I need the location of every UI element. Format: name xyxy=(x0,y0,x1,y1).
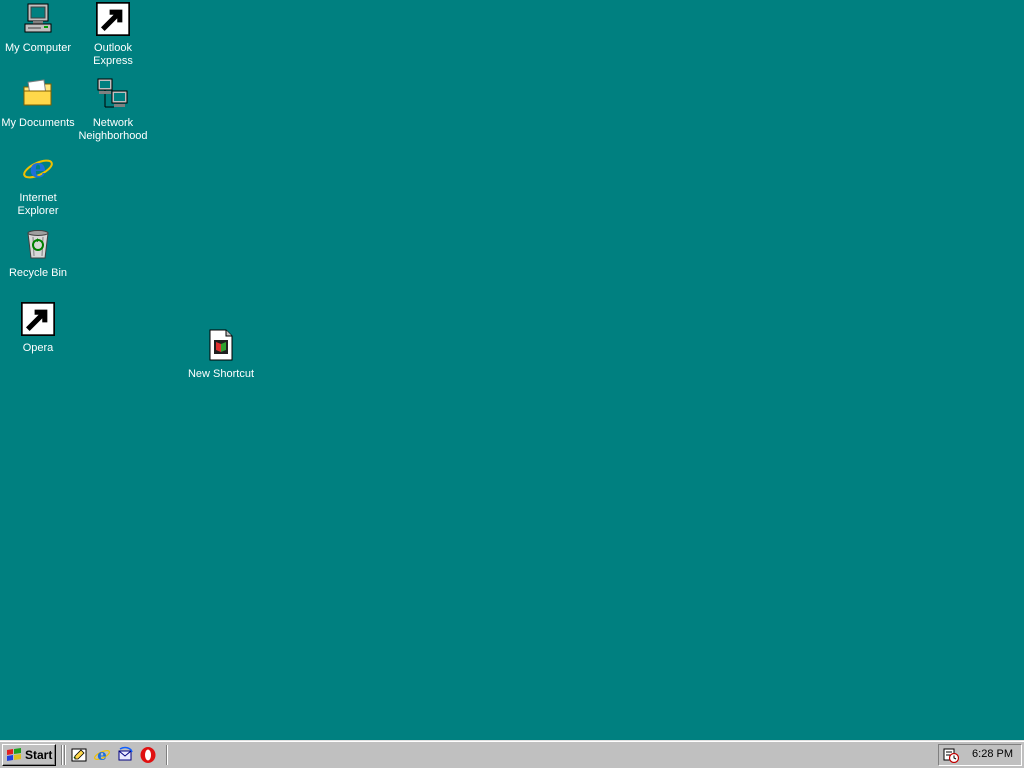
desktop-icon-label: New Shortcut xyxy=(187,368,255,380)
desktop-icon-my-documents[interactable]: My Documents xyxy=(0,77,76,130)
recycle-bin-icon xyxy=(21,227,55,261)
desktop-icon-label: Internet Explorer xyxy=(17,192,59,217)
windows-logo-icon xyxy=(7,748,21,761)
desktop-icon-label: Network Neighborhood xyxy=(78,117,148,142)
document-icon xyxy=(204,328,238,362)
internet-explorer-icon[interactable]: e xyxy=(93,746,111,764)
desktop-icon-label: Outlook Express xyxy=(93,42,133,67)
taskbar-separator xyxy=(166,745,168,765)
computer-icon xyxy=(21,2,55,36)
start-button[interactable]: Start xyxy=(2,744,56,766)
desktop-icon-recycle-bin[interactable]: Recycle Bin xyxy=(0,227,76,280)
clock[interactable]: 6:28 PM xyxy=(972,748,1013,760)
network-icon xyxy=(96,77,130,111)
taskbar: Start e 6:28 PM xyxy=(0,740,1024,768)
taskbar-separator xyxy=(61,745,63,765)
opera-icon[interactable] xyxy=(139,746,157,764)
desktop-icon-internet-explorer[interactable]: e Internet Explorer xyxy=(0,152,76,218)
desktop-icon-label: Opera xyxy=(22,342,54,354)
folder-icon xyxy=(21,77,55,111)
start-label: Start xyxy=(25,748,53,762)
internet-explorer-icon: e xyxy=(21,152,55,186)
outlook-express-icon[interactable] xyxy=(116,746,134,764)
desktop-icon-opera[interactable]: Opera xyxy=(0,302,76,355)
desktop-icon-outlook-express[interactable]: Outlook Express xyxy=(75,2,151,68)
desktop-icon-label: My Computer xyxy=(4,42,72,54)
taskbar-separator xyxy=(64,745,66,765)
svg-text:e: e xyxy=(30,154,47,184)
desktop-icon-network-neighborhood[interactable]: Network Neighborhood xyxy=(75,77,151,143)
show-desktop-icon[interactable] xyxy=(70,746,88,764)
desktop[interactable]: My Computer Outlook Express My Documents… xyxy=(0,0,1024,740)
desktop-icon-my-computer[interactable]: My Computer xyxy=(0,2,76,55)
opera-icon xyxy=(21,302,55,336)
desktop-icon-new-shortcut[interactable]: New Shortcut xyxy=(183,328,259,381)
system-tray: 6:28 PM xyxy=(938,744,1022,766)
desktop-icon-label: My Documents xyxy=(1,117,75,129)
outlook-express-icon xyxy=(96,2,130,36)
scheduler-icon[interactable] xyxy=(943,747,959,763)
desktop-icon-label: Recycle Bin xyxy=(8,267,68,279)
svg-text:e: e xyxy=(97,746,107,764)
